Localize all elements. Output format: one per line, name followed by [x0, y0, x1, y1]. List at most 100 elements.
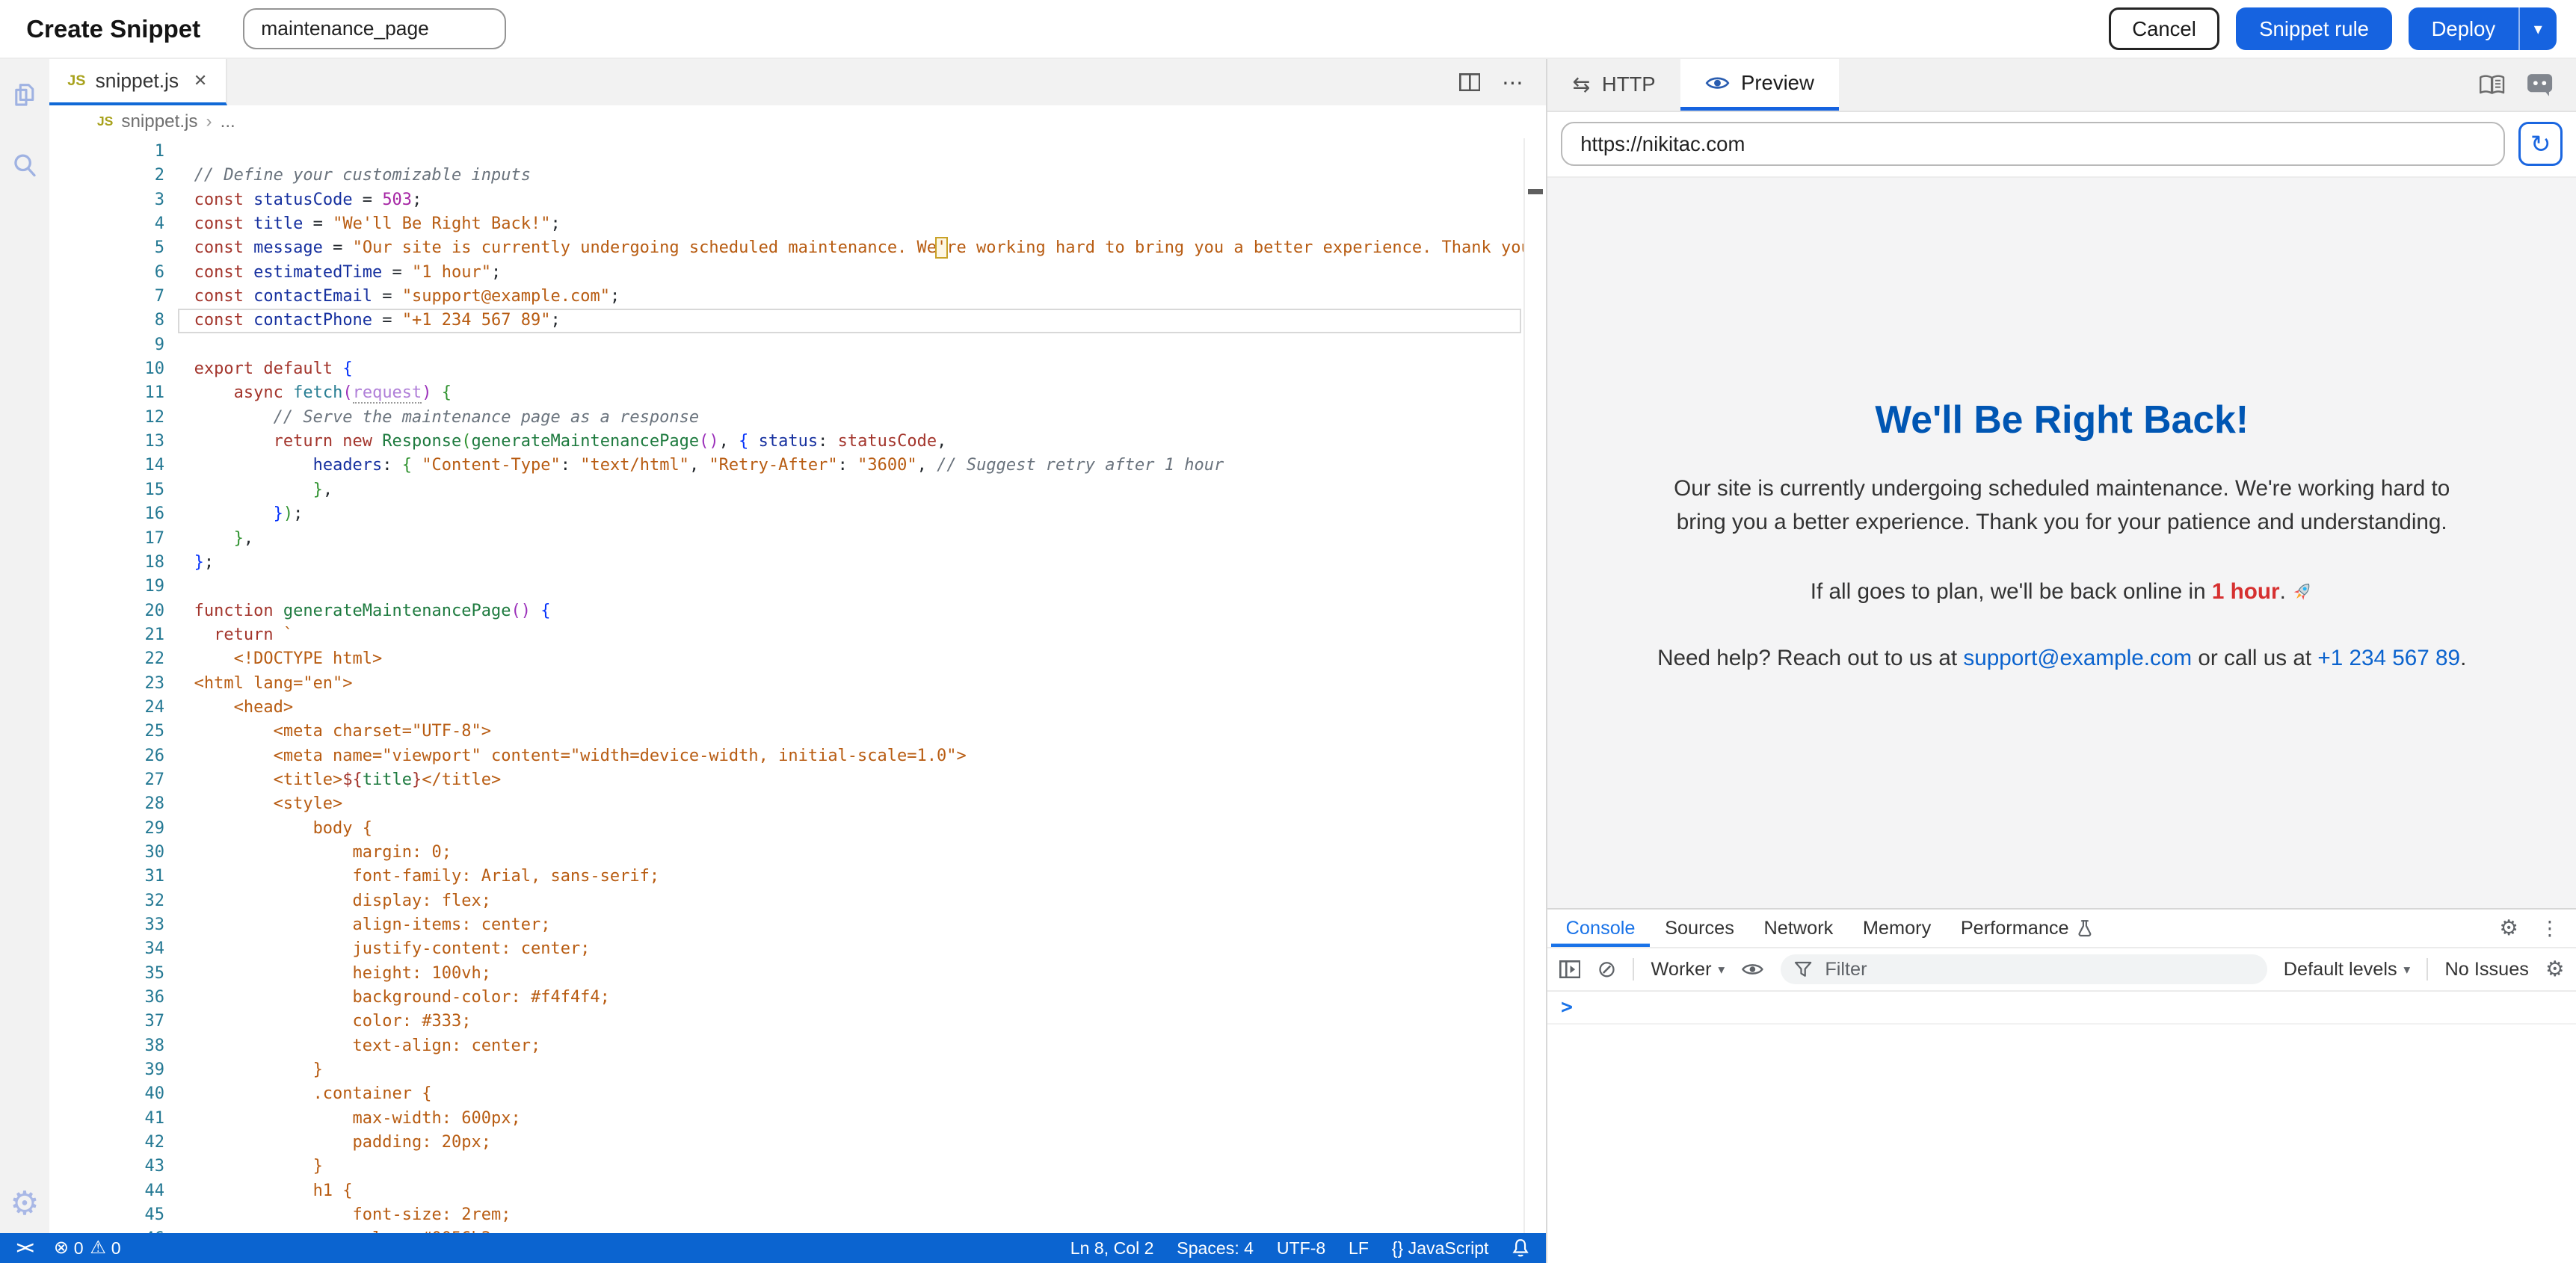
- devtools-tab-console[interactable]: Console: [1551, 910, 1650, 948]
- live-expression-eye-icon[interactable]: [1741, 961, 1764, 978]
- code-line[interactable]: 31 font-family: Arial, sans-serif;: [49, 865, 1546, 889]
- code-line[interactable]: 34 justify-content: center;: [49, 937, 1546, 961]
- settings-gear-icon[interactable]: ⚙: [10, 1188, 39, 1220]
- breadcrumb[interactable]: JS snippet.js › ...: [49, 105, 1546, 138]
- split-editor-icon[interactable]: [1459, 73, 1481, 91]
- code-line[interactable]: 44 h1 {: [49, 1179, 1546, 1203]
- cancel-button[interactable]: Cancel: [2109, 7, 2220, 50]
- code-line[interactable]: 26 <meta name="viewport" content="width=…: [49, 744, 1546, 768]
- code-line[interactable]: 15 },: [49, 478, 1546, 502]
- code-line[interactable]: 16 });: [49, 502, 1546, 526]
- code-line[interactable]: 21 return `: [49, 623, 1546, 647]
- tab-http[interactable]: ⇆ HTTP: [1547, 59, 1680, 110]
- code-line[interactable]: 24 <head>: [49, 696, 1546, 720]
- tab-snippet-js[interactable]: JS snippet.js ✕: [49, 59, 227, 105]
- phone-link[interactable]: +1 234 567 89: [2317, 646, 2460, 670]
- support-email-link[interactable]: support@example.com: [1963, 646, 2192, 670]
- code-line[interactable]: 42 padding: 20px;: [49, 1131, 1546, 1155]
- code-line[interactable]: 29 body {: [49, 817, 1546, 841]
- code-line[interactable]: 45 font-size: 2rem;: [49, 1203, 1546, 1227]
- code-line[interactable]: 33 align-items: center;: [49, 913, 1546, 937]
- code-line[interactable]: 28 <style>: [49, 792, 1546, 816]
- snippet-name-input[interactable]: [243, 8, 506, 49]
- code-line[interactable]: 37 color: #333;: [49, 1010, 1546, 1034]
- more-actions-icon[interactable]: ⋯: [1502, 70, 1525, 96]
- code-line[interactable]: 12 // Serve the maintenance page as a re…: [49, 406, 1546, 430]
- devtools-tab-performance[interactable]: Performance: [1946, 910, 2107, 948]
- devtools-tab-sources[interactable]: Sources: [1650, 910, 1748, 948]
- code-editor[interactable]: 12// Define your customizable inputs3con…: [49, 138, 1546, 1234]
- refresh-button[interactable]: ↻: [2518, 122, 2563, 166]
- devtools-tab-memory[interactable]: Memory: [1848, 910, 1946, 948]
- remote-indicator-icon[interactable]: ><: [16, 1238, 32, 1258]
- docs-book-icon[interactable]: [2479, 74, 2505, 96]
- problems-indicator[interactable]: ⊗0 ⚠0: [54, 1238, 121, 1259]
- clear-console-icon[interactable]: ⊘: [1597, 958, 1616, 981]
- code-line[interactable]: 10export default {: [49, 357, 1546, 381]
- code-line[interactable]: 38 text-align: center;: [49, 1034, 1546, 1058]
- code-line[interactable]: 46 color: #0056b3;: [49, 1227, 1546, 1233]
- eol-setting[interactable]: LF: [1349, 1238, 1369, 1259]
- code-line[interactable]: 2// Define your customizable inputs: [49, 164, 1546, 188]
- snippet-rule-button[interactable]: Snippet rule: [2236, 7, 2391, 50]
- code-line[interactable]: 30 margin: 0;: [49, 841, 1546, 865]
- preview-url-input[interactable]: [1561, 122, 2505, 166]
- breadcrumb-file[interactable]: snippet.js: [121, 111, 197, 132]
- code-line[interactable]: 6const estimatedTime = "1 hour";: [49, 261, 1546, 285]
- tab-preview[interactable]: Preview: [1680, 59, 1839, 110]
- notifications-bell-icon[interactable]: [1512, 1238, 1529, 1258]
- line-number: 34: [49, 937, 164, 961]
- deploy-button[interactable]: Deploy: [2409, 7, 2518, 50]
- encoding-setting[interactable]: UTF-8: [1277, 1238, 1325, 1259]
- code-line[interactable]: 18};: [49, 551, 1546, 575]
- filter-input[interactable]: [1822, 957, 2254, 981]
- console-filter[interactable]: [1781, 954, 2267, 984]
- code-line[interactable]: 19: [49, 575, 1546, 599]
- devtools-tab-network[interactable]: Network: [1749, 910, 1848, 948]
- code-line[interactable]: 27 <title>${title}</title>: [49, 768, 1546, 792]
- console-sidebar-toggle-icon[interactable]: [1559, 960, 1581, 978]
- code-line[interactable]: 9: [49, 333, 1546, 357]
- editor-scrollbar[interactable]: [1523, 138, 1547, 1234]
- devtools-settings-gear-icon[interactable]: ⚙: [2499, 918, 2518, 939]
- eta-prefix: If all goes to plan, we'll be back onlin…: [1811, 579, 2212, 604]
- code-line[interactable]: 35 height: 100vh;: [49, 962, 1546, 986]
- issues-counter[interactable]: No Issues: [2444, 959, 2528, 981]
- cursor-position[interactable]: Ln 8, Col 2: [1070, 1238, 1154, 1259]
- code-line[interactable]: 23<html lang="en">: [49, 672, 1546, 696]
- indentation-setting[interactable]: Spaces: 4: [1177, 1238, 1254, 1259]
- code-line[interactable]: 5const message = "Our site is currently …: [49, 236, 1546, 260]
- code-line[interactable]: 36 background-color: #f4f4f4;: [49, 986, 1546, 1010]
- code-line[interactable]: 32 display: flex;: [49, 889, 1546, 913]
- context-selector[interactable]: Worker▾: [1651, 959, 1725, 981]
- code-line[interactable]: 20function generateMaintenancePage() {: [49, 599, 1546, 623]
- code-line[interactable]: 8const contactPhone = "+1 234 567 89";: [49, 309, 1546, 333]
- code-line[interactable]: 25 <meta charset="UTF-8">: [49, 720, 1546, 744]
- code-line[interactable]: 22 <!DOCTYPE html>: [49, 647, 1546, 671]
- code-line[interactable]: 7const contactEmail = "support@example.c…: [49, 285, 1546, 309]
- code-line[interactable]: 4const title = "We'll Be Right Back!";: [49, 212, 1546, 236]
- console-prompt-row[interactable]: >: [1547, 992, 2576, 1025]
- code-line[interactable]: 3const statusCode = 503;: [49, 188, 1546, 212]
- language-mode[interactable]: {} JavaScript: [1392, 1238, 1489, 1259]
- code-line[interactable]: 40 .container {: [49, 1082, 1546, 1106]
- log-levels-selector[interactable]: Default levels▾: [2284, 959, 2411, 981]
- code-line[interactable]: 11 async fetch(request) {: [49, 381, 1546, 405]
- code-line[interactable]: 14 headers: { "Content-Type": "text/html…: [49, 454, 1546, 478]
- deploy-button-group: Deploy ▾: [2409, 7, 2557, 50]
- code-line[interactable]: 1: [49, 140, 1546, 164]
- code-line[interactable]: 17 },: [49, 527, 1546, 551]
- files-icon[interactable]: [10, 79, 40, 109]
- search-icon[interactable]: [10, 151, 40, 181]
- deploy-dropdown-button[interactable]: ▾: [2518, 7, 2557, 50]
- close-tab-icon[interactable]: ✕: [194, 71, 207, 90]
- code-lines[interactable]: 12// Define your customizable inputs3con…: [49, 138, 1546, 1234]
- code-line[interactable]: 39 }: [49, 1058, 1546, 1082]
- code-line[interactable]: 43 }: [49, 1155, 1546, 1179]
- code-line[interactable]: 13 return new Response(generateMaintenan…: [49, 430, 1546, 454]
- devtools-kebab-menu-icon[interactable]: ⋮: [2540, 918, 2560, 938]
- breadcrumb-symbol[interactable]: ...: [221, 111, 235, 132]
- code-line[interactable]: 41 max-width: 600px;: [49, 1107, 1546, 1131]
- discord-icon[interactable]: [2527, 73, 2553, 96]
- console-settings-gear-icon[interactable]: ⚙: [2545, 959, 2565, 981]
